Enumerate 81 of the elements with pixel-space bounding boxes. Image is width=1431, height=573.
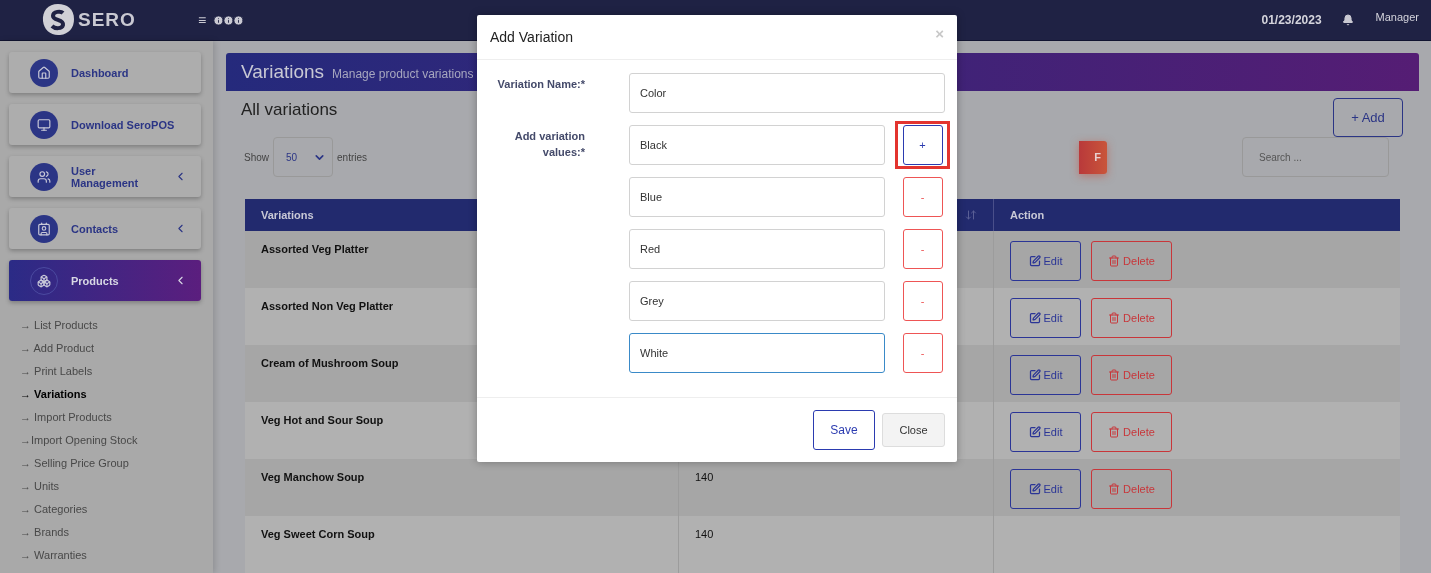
- brand-name: SERO: [78, 9, 136, 31]
- table-cell-text: 140: [694, 527, 715, 542]
- edit-button[interactable]: Edit: [1010, 298, 1081, 338]
- edit-icon: [1028, 312, 1041, 324]
- users-icon: [30, 162, 58, 191]
- submenu-item[interactable]: → Brands: [20, 523, 213, 541]
- submenu-item[interactable]: → Import Products: [20, 408, 213, 426]
- date-text: 01/23/2023: [1261, 13, 1322, 27]
- column-header[interactable]: Variations: [261, 209, 314, 221]
- info-icon[interactable]: [213, 14, 225, 26]
- table-cell-text: Assorted Veg Platter: [260, 242, 370, 257]
- name-field[interactable]: Color: [629, 73, 945, 113]
- add-value-button[interactable]: +: [902, 125, 943, 165]
- edit-icon: [1028, 483, 1041, 495]
- edit-icon: [1028, 255, 1041, 267]
- column-header[interactable]: Action: [1010, 209, 1045, 221]
- table-cell-text: Veg Sweet Corn Soup: [260, 527, 376, 542]
- submenu-item[interactable]: → Variations: [20, 385, 213, 403]
- sidebar-item[interactable]: Contacts: [9, 208, 201, 249]
- value-field[interactable]: Grey: [629, 281, 885, 321]
- submenu-item[interactable]: →Import Opening Stock: [20, 431, 213, 449]
- delete-button[interactable]: Delete: [1091, 298, 1172, 338]
- trash-icon: [1108, 312, 1121, 324]
- remove-value-button[interactable]: -: [902, 229, 943, 269]
- value-field[interactable]: Black: [629, 125, 885, 165]
- add-button[interactable]: + Add: [1333, 98, 1403, 137]
- export-button[interactable]: F: [1079, 140, 1108, 174]
- menu-toggle[interactable]: ≡: [198, 12, 207, 28]
- sidebar-item[interactable]: Dashboard: [9, 52, 201, 93]
- submenu-item[interactable]: → Warranties: [20, 546, 213, 564]
- value-field[interactable]: White: [629, 333, 885, 373]
- contact-card-icon: [30, 214, 58, 243]
- bell-icon[interactable]: [1341, 14, 1354, 26]
- submenu-item[interactable]: → Selling Price Group: [20, 454, 213, 472]
- delete-button[interactable]: Delete: [1091, 412, 1172, 452]
- table-cell-text: Veg Hot and Sour Soup: [260, 413, 385, 428]
- submenu-item[interactable]: → Categories: [20, 500, 213, 518]
- house-icon: [30, 58, 58, 87]
- section-heading: All variations: [241, 100, 338, 120]
- remove-value-button[interactable]: -: [902, 333, 943, 373]
- submenu-item[interactable]: → Add Product: [20, 339, 213, 357]
- table-cell-text: 140: [694, 470, 715, 485]
- sidebar-item[interactable]: Download SeroPOS: [9, 104, 201, 145]
- remove-value-button[interactable]: -: [902, 177, 943, 217]
- page-subtitle: Manage product variations: [332, 67, 474, 81]
- field-label: Variation Name:*: [497, 77, 585, 92]
- show-label: Show: [244, 151, 269, 163]
- logo-icon: [40, 3, 76, 37]
- info-icon[interactable]: [223, 14, 235, 26]
- sidebar-item[interactable]: Products: [9, 260, 201, 301]
- submenu-item[interactable]: → Print Labels: [20, 362, 213, 380]
- edit-button[interactable]: Edit: [1010, 241, 1081, 281]
- field-label: Add variation values:*: [513, 129, 585, 160]
- submenu-item[interactable]: → List Products: [20, 316, 213, 334]
- search-field[interactable]: Search ...: [1242, 137, 1389, 177]
- trash-icon: [1108, 369, 1121, 381]
- trash-icon: [1108, 426, 1121, 438]
- edit-button[interactable]: Edit: [1010, 469, 1081, 509]
- value-field[interactable]: Red: [629, 229, 885, 269]
- trash-icon: [1108, 483, 1121, 495]
- table-cell-text: Assorted Non Veg Platter: [260, 299, 395, 314]
- table-cell-text: Cream of Mushroom Soup: [260, 356, 400, 371]
- entries-label: entries: [337, 151, 368, 163]
- close-button[interactable]: Close: [882, 413, 945, 447]
- value-field[interactable]: Blue: [629, 177, 885, 217]
- edit-icon: [1028, 426, 1041, 438]
- info-icon[interactable]: [233, 14, 245, 26]
- page-title: Variations: [241, 61, 325, 83]
- save-button[interactable]: Save: [813, 410, 875, 450]
- table-cell-text: Veg Manchow Soup: [260, 470, 366, 485]
- user-menu[interactable]: Manager: [1375, 11, 1419, 23]
- edit-icon: [1028, 369, 1041, 381]
- edit-button[interactable]: Edit: [1010, 355, 1081, 395]
- submenu-item[interactable]: → Units: [20, 477, 213, 495]
- monitor-icon: [30, 110, 58, 139]
- edit-button[interactable]: Edit: [1010, 412, 1081, 452]
- trash-icon: [1108, 255, 1121, 267]
- remove-value-button[interactable]: -: [902, 281, 943, 321]
- page-size-select[interactable]: 50: [273, 137, 333, 177]
- dialog-title: Add Variation: [490, 29, 573, 45]
- sidebar-item[interactable]: User Management: [9, 156, 201, 197]
